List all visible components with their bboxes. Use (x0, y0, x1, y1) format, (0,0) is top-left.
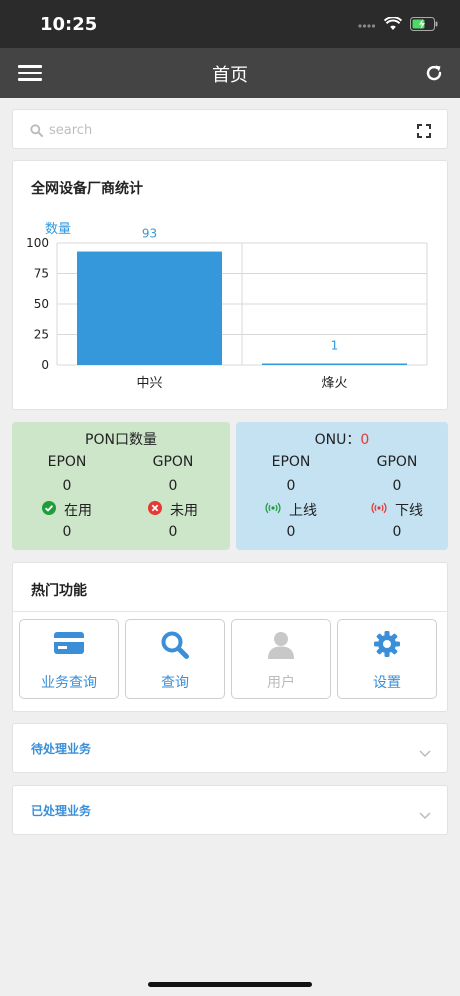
onu-offline: 下线 (352, 500, 442, 520)
divider (13, 611, 447, 612)
bar (77, 251, 222, 365)
nav-bar: 首页 (0, 48, 460, 98)
user-label: 用户 (267, 675, 295, 691)
y-tick-label: 75 (34, 267, 49, 281)
check-circle-icon (42, 501, 56, 519)
x-circle-icon (148, 501, 162, 519)
settings-label: 设置 (373, 675, 401, 691)
pon-title: PON口数量 (85, 432, 157, 448)
onu-title-label: ONU： (314, 432, 361, 448)
processed-business-section[interactable]: 已处理业务 (12, 785, 448, 835)
x-tick-label: 中兴 (136, 376, 162, 391)
status-bar: 10:25 (0, 0, 460, 48)
online-label: 上线 (289, 503, 317, 519)
hot-functions-title: 热门功能 (31, 583, 87, 599)
onu-offline-count: 0 (392, 524, 402, 540)
x-tick-label: 烽火 (321, 376, 347, 391)
gear-icon (373, 630, 401, 662)
signal-online-icon (265, 502, 281, 518)
pon-in-use-count: 0 (62, 524, 72, 540)
signal-offline-icon (371, 502, 387, 518)
pon-epon-label: EPON (47, 454, 87, 470)
home-indicator (148, 982, 312, 987)
refresh-icon[interactable] (424, 63, 444, 83)
search-icon (30, 122, 43, 141)
onu-title: ONU：0 (236, 429, 448, 449)
pon-stats-card: PON口数量 EPON GPON 0 0 在用 未用 0 0 (12, 422, 230, 550)
chevron-down-icon (419, 805, 431, 824)
user-button[interactable]: 用户 (231, 619, 331, 699)
pending-business-section[interactable]: 待处理业务 (12, 723, 448, 773)
onu-total-count: 0 (360, 432, 370, 448)
bar-value-label: 93 (142, 227, 157, 241)
pon-gpon-label: GPON (152, 454, 194, 470)
card-icon (53, 630, 85, 660)
y-tick-label: 50 (34, 297, 49, 311)
y-tick-label: 100 (26, 236, 49, 250)
y-tick-label: 0 (41, 358, 49, 372)
in-use-label: 在用 (64, 503, 92, 519)
signal-icon (358, 16, 376, 35)
onu-gpon-label: GPON (376, 454, 418, 470)
wifi-icon (383, 16, 403, 35)
pon-gpon-count: 0 (168, 478, 178, 494)
status-icons (358, 16, 438, 35)
pon-unused: 未用 (128, 500, 218, 520)
search-bar (12, 109, 448, 149)
onu-stats-card: ONU：0 EPON GPON 0 0 上线 下线 0 0 (236, 422, 448, 550)
search-icon (160, 630, 190, 664)
y-axis-label: 数量 (45, 222, 71, 237)
pon-in-use: 在用 (22, 500, 112, 520)
vendor-chart-card: 全网设备厂商统计 数量 0 25 50 75 100 93 中兴 1 烽火 (12, 160, 448, 410)
search-input[interactable] (49, 118, 409, 142)
processed-business-label: 已处理业务 (31, 804, 92, 818)
unused-label: 未用 (170, 503, 198, 519)
settings-button[interactable]: 设置 (337, 619, 437, 699)
y-tick-label: 25 (34, 328, 49, 342)
battery-icon (410, 16, 438, 35)
user-icon (266, 630, 296, 664)
onu-epon-count: 0 (286, 478, 296, 494)
status-time: 10:25 (40, 14, 98, 35)
fullscreen-icon[interactable] (417, 123, 431, 142)
pon-epon-count: 0 (62, 478, 72, 494)
business-query-button[interactable]: 业务查询 (19, 619, 119, 699)
query-label: 查询 (161, 675, 189, 691)
query-button[interactable]: 查询 (125, 619, 225, 699)
bar (262, 363, 407, 365)
page-title: 首页 (212, 65, 248, 86)
onu-online: 上线 (246, 500, 336, 520)
chevron-down-icon (419, 743, 431, 762)
vendor-bar-chart: 数量 0 25 50 75 100 93 中兴 1 烽火 (26, 222, 428, 391)
pon-unused-count: 0 (168, 524, 178, 540)
business-query-label: 业务查询 (41, 675, 97, 691)
pending-business-label: 待处理业务 (31, 742, 92, 756)
onu-gpon-count: 0 (392, 478, 402, 494)
offline-label: 下线 (395, 503, 423, 519)
onu-online-count: 0 (286, 524, 296, 540)
bar-value-label: 1 (331, 339, 339, 353)
onu-epon-label: EPON (271, 454, 311, 470)
hot-functions-card: 热门功能 业务查询 查询 用户 设置 (12, 562, 448, 712)
